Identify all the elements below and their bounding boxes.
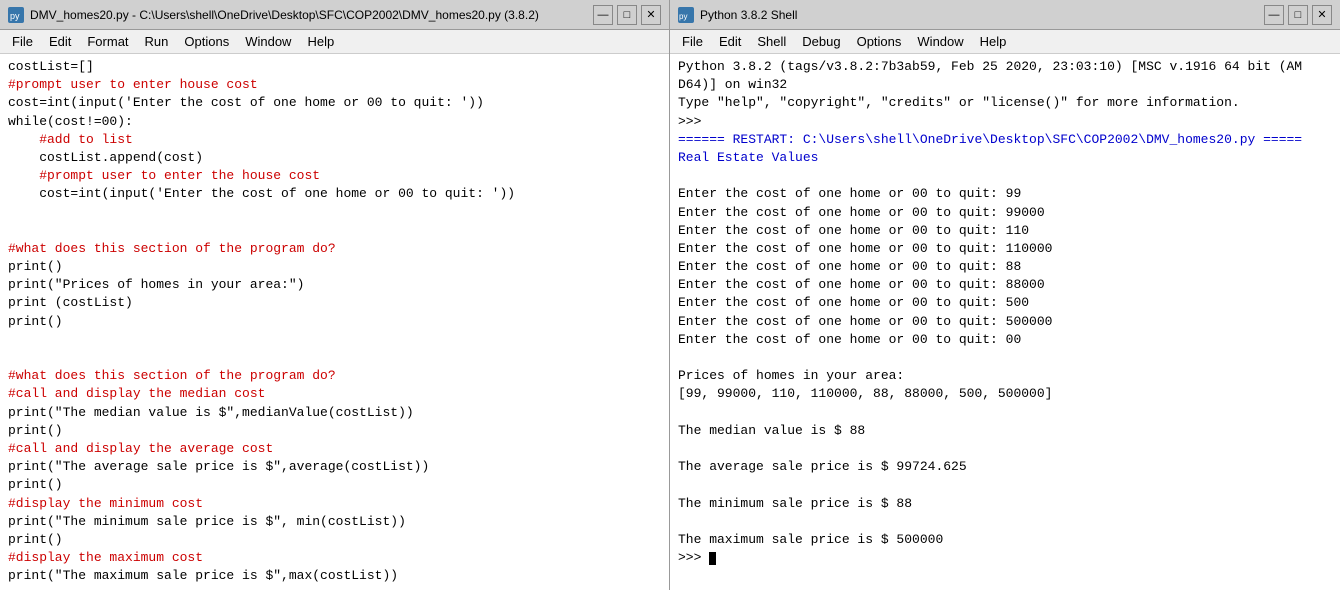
shell-blank xyxy=(678,476,1332,494)
shell-final-prompt[interactable]: >>> xyxy=(678,549,1332,567)
editor-menu-run[interactable]: Run xyxy=(137,32,177,51)
shell-input-line: Enter the cost of one home or 00 to quit… xyxy=(678,276,1332,294)
code-line: #prompt user to enter house cost xyxy=(8,76,661,94)
svg-text:py: py xyxy=(679,12,687,21)
code-line: #call and display the average cost xyxy=(8,440,661,458)
shell-minimize-button[interactable]: — xyxy=(1264,5,1284,25)
code-line: costList=[] xyxy=(8,58,661,76)
code-line: #call and display the median cost xyxy=(8,385,661,403)
shell-title-text: Python 3.8.2 Shell xyxy=(700,8,797,22)
shell-window-controls: — □ ✕ xyxy=(1264,5,1332,25)
code-line xyxy=(8,585,661,590)
editor-window-controls: — □ ✕ xyxy=(593,5,661,25)
shell-menu-help[interactable]: Help xyxy=(972,32,1015,51)
shell-menu-file[interactable]: File xyxy=(674,32,711,51)
code-line: #display the minimum cost xyxy=(8,495,661,513)
code-line: costList.append(cost) xyxy=(8,149,661,167)
editor-title-bar: py DMV_homes20.py - C:\Users\shell\OneDr… xyxy=(0,0,669,30)
shell-maximize-button[interactable]: □ xyxy=(1288,5,1308,25)
shell-input-line: Enter the cost of one home or 00 to quit… xyxy=(678,331,1332,349)
shell-menu-options[interactable]: Options xyxy=(849,32,910,51)
shell-menu-edit[interactable]: Edit xyxy=(711,32,749,51)
code-line: print("The average sale price is $",aver… xyxy=(8,458,661,476)
editor-menu-help[interactable]: Help xyxy=(299,32,342,51)
editor-close-button[interactable]: ✕ xyxy=(641,5,661,25)
editor-minimize-button[interactable]: — xyxy=(593,5,613,25)
code-line: print() xyxy=(8,258,661,276)
shell-blank xyxy=(678,513,1332,531)
shell-version-line: Python 3.8.2 (tags/v3.8.2:7b3ab59, Feb 2… xyxy=(678,58,1332,76)
code-line: print("The minimum sale price is $", min… xyxy=(8,513,661,531)
shell-blank xyxy=(678,404,1332,422)
code-line: print() xyxy=(8,531,661,549)
shell-input-line: Enter the cost of one home or 00 to quit… xyxy=(678,240,1332,258)
python-file-icon: py xyxy=(8,7,24,23)
code-line: print() xyxy=(8,476,661,494)
shell-input-line: Enter the cost of one home or 00 to quit… xyxy=(678,222,1332,240)
code-line: print() xyxy=(8,313,661,331)
code-line: #add to list xyxy=(8,131,661,149)
editor-menu-file[interactable]: File xyxy=(4,32,41,51)
shell-input-line: Enter the cost of one home or 00 to quit… xyxy=(678,185,1332,203)
editor-title-text: DMV_homes20.py - C:\Users\shell\OneDrive… xyxy=(30,8,539,22)
shell-max-line: The maximum sale price is $ 500000 xyxy=(678,531,1332,549)
shell-blank xyxy=(678,167,1332,185)
shell-median-line: The median value is $ 88 xyxy=(678,422,1332,440)
shell-help-line: Type "help", "copyright", "credits" or "… xyxy=(678,94,1332,112)
shell-blank xyxy=(678,440,1332,458)
editor-menu-window[interactable]: Window xyxy=(237,32,299,51)
shell-min-line: The minimum sale price is $ 88 xyxy=(678,495,1332,513)
code-line xyxy=(8,349,661,367)
code-line: print("The median value is $",medianValu… xyxy=(8,404,661,422)
shell-close-button[interactable]: ✕ xyxy=(1312,5,1332,25)
shell-menu-shell[interactable]: Shell xyxy=(749,32,794,51)
shell-restart-line: ====== RESTART: C:\Users\shell\OneDrive\… xyxy=(678,131,1332,149)
code-line: #what does this section of the program d… xyxy=(8,240,661,258)
shell-output-area[interactable]: Python 3.8.2 (tags/v3.8.2:7b3ab59, Feb 2… xyxy=(670,54,1340,590)
shell-version-line2: D64)] on win32 xyxy=(678,76,1332,94)
shell-input-line: Enter the cost of one home or 00 to quit… xyxy=(678,258,1332,276)
shell-input-line: Enter the cost of one home or 00 to quit… xyxy=(678,294,1332,312)
shell-prices-list: [99, 99000, 110, 110000, 88, 88000, 500,… xyxy=(678,385,1332,403)
code-line: cost=int(input('Enter the cost of one ho… xyxy=(8,94,661,112)
shell-menu-bar: File Edit Shell Debug Options Window Hel… xyxy=(670,30,1340,54)
python-shell-icon: py xyxy=(678,7,694,23)
code-line: #display the maximum cost xyxy=(8,549,661,567)
code-line: print("Prices of homes in your area:") xyxy=(8,276,661,294)
code-line xyxy=(8,222,661,240)
shell-initial-prompt: >>> xyxy=(678,113,1332,131)
shell-input-line: Enter the cost of one home or 00 to quit… xyxy=(678,313,1332,331)
code-line: #what does this section of the program d… xyxy=(8,367,661,385)
editor-menu-edit[interactable]: Edit xyxy=(41,32,79,51)
shell-blank xyxy=(678,349,1332,367)
code-line xyxy=(8,204,661,222)
code-line: print (costList) xyxy=(8,294,661,312)
code-line: print("The maximum sale price is $",max(… xyxy=(8,567,661,585)
svg-text:py: py xyxy=(10,11,20,21)
shell-title: Real Estate Values xyxy=(678,149,1332,167)
shell-menu-debug[interactable]: Debug xyxy=(794,32,848,51)
code-line: #prompt user to enter the house cost xyxy=(8,167,661,185)
shell-average-line: The average sale price is $ 99724.625 xyxy=(678,458,1332,476)
editor-menu-bar: File Edit Format Run Options Window Help xyxy=(0,30,669,54)
editor-menu-options[interactable]: Options xyxy=(176,32,237,51)
editor-menu-format[interactable]: Format xyxy=(79,32,136,51)
code-line: cost=int(input('Enter the cost of one ho… xyxy=(8,185,661,203)
shell-prices-header: Prices of homes in your area: xyxy=(678,367,1332,385)
code-line: print() xyxy=(8,422,661,440)
shell-window: py Python 3.8.2 Shell — □ ✕ File Edit Sh… xyxy=(670,0,1340,590)
shell-input-line: Enter the cost of one home or 00 to quit… xyxy=(678,204,1332,222)
code-line xyxy=(8,331,661,349)
code-line: while(cost!=00): xyxy=(8,113,661,131)
shell-title-bar: py Python 3.8.2 Shell — □ ✕ xyxy=(670,0,1340,30)
editor-maximize-button[interactable]: □ xyxy=(617,5,637,25)
editor-window: py DMV_homes20.py - C:\Users\shell\OneDr… xyxy=(0,0,670,590)
editor-code-area[interactable]: costList=[] #prompt user to enter house … xyxy=(0,54,669,590)
shell-menu-window[interactable]: Window xyxy=(909,32,971,51)
